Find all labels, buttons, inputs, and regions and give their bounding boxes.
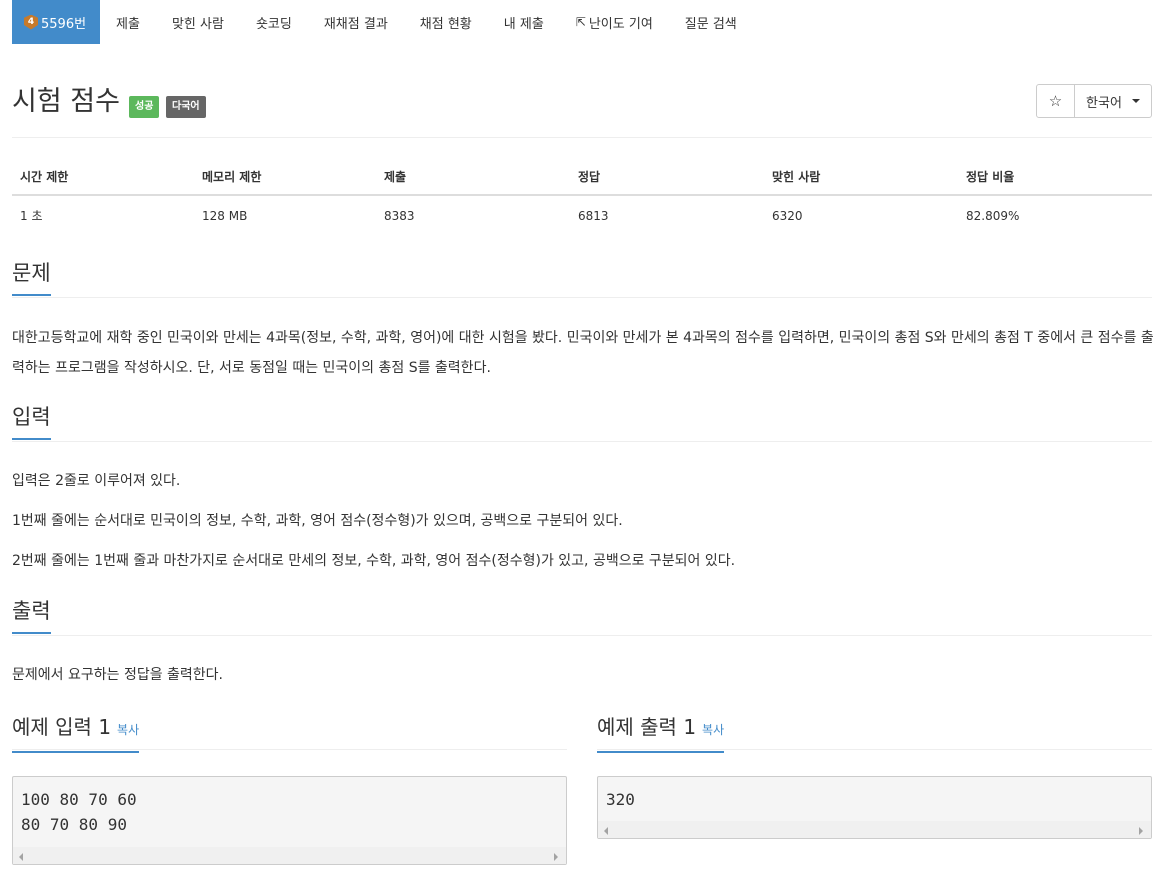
section-heading: 입력 bbox=[12, 402, 51, 440]
table-cell: 6813 bbox=[578, 208, 609, 223]
status-badge-multilingual: 다국어 bbox=[166, 96, 206, 118]
caret-down-icon bbox=[1131, 99, 1140, 103]
input-description-line: 1번째 줄에는 순서대로 민국이의 정보, 수학, 과학, 영어 점수(정수형)… bbox=[12, 513, 623, 529]
table-header: 맞힌 사람 bbox=[764, 158, 958, 196]
sample-output-box: 320 bbox=[597, 776, 1152, 839]
divider bbox=[12, 137, 1152, 138]
tab-short-coding[interactable]: 숏코딩 bbox=[240, 0, 308, 44]
table-cell: 6320 bbox=[772, 208, 803, 223]
section-input-header: 입력 bbox=[12, 402, 1152, 442]
tab-question-search[interactable]: 질문 검색 bbox=[669, 0, 753, 44]
tab-problem[interactable]: 4 5596번 bbox=[12, 0, 101, 44]
table-header-row: 시간 제한 메모리 제한 제출 정답 맞힌 사람 정답 비율 bbox=[12, 158, 1152, 196]
section-description-header: 문제 bbox=[12, 258, 1152, 298]
table-cell: 128 MB bbox=[202, 208, 248, 223]
status-badge-success: 성공 bbox=[129, 96, 160, 118]
problem-nav: 4 5596번 제출 맞힌 사람 숏코딩 재채점 결과 채점 현황 내 제출 ⇱… bbox=[12, 0, 753, 44]
tab-my-submissions[interactable]: 내 제출 bbox=[488, 0, 560, 44]
tab-difficulty-contribution[interactable]: ⇱ 난이도 기여 bbox=[560, 0, 669, 44]
tab-status[interactable]: 채점 현황 bbox=[404, 0, 488, 44]
table-cell: 8383 bbox=[384, 208, 415, 223]
horizontal-scrollbar[interactable] bbox=[13, 847, 566, 864]
table-cell: 82.809% bbox=[966, 208, 1020, 223]
language-label: 한국어 bbox=[1086, 95, 1122, 111]
problem-description: 대한고등학교에 재학 중인 민국이와 만세는 4과목(정보, 수학, 과학, 영… bbox=[12, 330, 1154, 376]
sample-output-title: 예제 출력 1 복사 bbox=[597, 712, 725, 753]
tier-badge-icon: 4 bbox=[24, 14, 38, 30]
scroll-right-icon[interactable] bbox=[1139, 827, 1143, 835]
page-title: 시험 점수 bbox=[12, 86, 120, 117]
input-description-line: 입력은 2줄로 이루어져 있다. bbox=[12, 473, 181, 489]
sample-heading: 예제 입력 1 bbox=[12, 715, 112, 739]
input-description-line: 2번째 줄에는 1번째 줄과 마찬가지로 순서대로 만세의 정보, 수학, 과학… bbox=[12, 553, 736, 569]
scroll-left-icon[interactable] bbox=[604, 827, 608, 835]
tab-label: 5596번 bbox=[41, 16, 87, 32]
problem-actions: ☆ 한국어 bbox=[1036, 84, 1152, 118]
language-dropdown[interactable]: 한국어 bbox=[1075, 85, 1151, 117]
table-header: 메모리 제한 bbox=[194, 158, 376, 196]
table-cell: 1 초 bbox=[20, 209, 43, 223]
sample-input-header: 예제 입력 1 복사 bbox=[12, 712, 567, 753]
sample-heading: 예제 출력 1 bbox=[597, 715, 697, 739]
section-heading: 출력 bbox=[12, 596, 51, 634]
sample-output-code: 320 bbox=[606, 790, 635, 809]
copy-button[interactable]: 복사 bbox=[117, 723, 139, 737]
table-header: 제출 bbox=[376, 158, 570, 196]
sample-input-title: 예제 입력 1 복사 bbox=[12, 712, 140, 753]
tab-submit[interactable]: 제출 bbox=[100, 0, 156, 44]
scroll-left-icon[interactable] bbox=[19, 853, 23, 861]
problem-info-table: 시간 제한 메모리 제한 제출 정답 맞힌 사람 정답 비율 1 초 128 M… bbox=[12, 158, 1152, 235]
section-heading: 문제 bbox=[12, 258, 51, 296]
scroll-right-icon[interactable] bbox=[554, 853, 558, 861]
problem-header: 시험 점수 성공 다국어 ☆ 한국어 bbox=[12, 84, 1152, 124]
star-icon[interactable]: ☆ bbox=[1037, 85, 1075, 117]
sample-input-code: 100 80 70 60 80 70 80 90 bbox=[21, 790, 137, 834]
copy-button[interactable]: 복사 bbox=[702, 723, 724, 737]
tab-solved-users[interactable]: 맞힌 사람 bbox=[156, 0, 240, 44]
output-description: 문제에서 요구하는 정답을 출력한다. bbox=[12, 667, 223, 683]
tab-label: 난이도 기여 bbox=[588, 16, 653, 32]
external-link-icon: ⇱ bbox=[575, 15, 586, 29]
horizontal-scrollbar[interactable] bbox=[598, 821, 1151, 838]
sample-input-box: 100 80 70 60 80 70 80 90 bbox=[12, 776, 567, 865]
table-header: 시간 제한 bbox=[12, 158, 194, 196]
table-row: 1 초 128 MB 8383 6813 6320 82.809% bbox=[12, 195, 1152, 235]
section-output-header: 출력 bbox=[12, 596, 1152, 636]
table-header: 정답 비율 bbox=[958, 158, 1152, 196]
sample-output-header: 예제 출력 1 복사 bbox=[597, 712, 1152, 753]
tab-rejudge-results[interactable]: 재채점 결과 bbox=[308, 0, 404, 44]
table-header: 정답 bbox=[570, 158, 764, 196]
